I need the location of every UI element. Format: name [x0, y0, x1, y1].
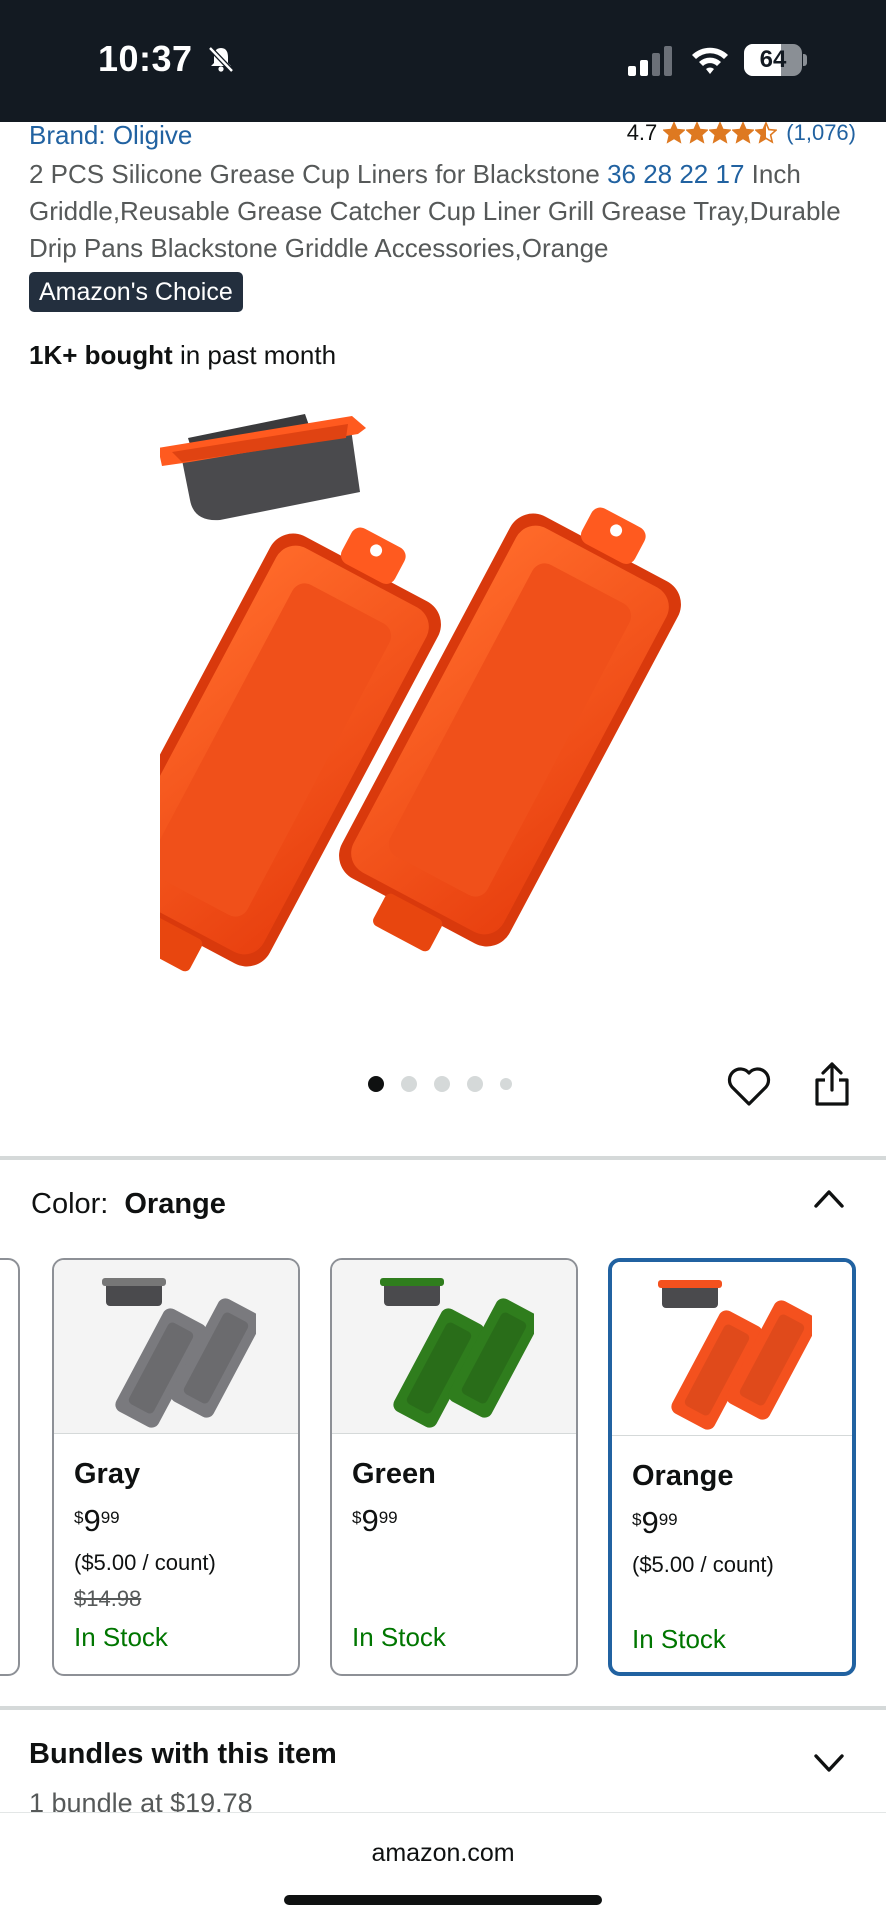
grease-cup-holder	[160, 414, 366, 521]
swatch-image-orange	[658, 1280, 812, 1430]
rating-value: 4.7	[626, 120, 658, 145]
browser-url[interactable]: amazon.com	[0, 1839, 886, 1868]
color-selector-header: Color: Orange	[31, 1188, 226, 1221]
bought-in-past-month: 1K+ bought in past month	[29, 340, 336, 371]
swatch-price: $9 99	[632, 1506, 678, 1540]
bell-slash-icon	[208, 46, 234, 73]
bundles-subtitle: 1 bundle at $19.78	[29, 1788, 253, 1812]
star-icon	[755, 122, 778, 144]
battery-icon: 64	[744, 44, 807, 76]
star-icon	[686, 122, 709, 144]
status-time: 10:37	[98, 38, 193, 79]
section-divider	[0, 1156, 886, 1160]
star-icon	[663, 122, 686, 144]
chevron-down-icon[interactable]	[812, 1750, 846, 1774]
swatch-thumbnail	[332, 1260, 576, 1434]
swatch-name: Green	[352, 1458, 436, 1490]
list-price: $14.98	[74, 1586, 142, 1611]
carousel-dot[interactable]	[467, 1076, 483, 1092]
swatch-name: Orange	[632, 1460, 734, 1492]
swatch-green[interactable]: Green $9 99 In Stock	[330, 1258, 578, 1676]
rating-count[interactable]: (1,076)	[786, 120, 856, 146]
status-bar: 10:37 64	[0, 0, 886, 122]
swatch-partial[interactable]	[0, 1258, 20, 1676]
price-whole: 9	[641, 1505, 659, 1540]
color-selected-value: Orange	[124, 1188, 226, 1220]
carousel-dot[interactable]	[368, 1076, 384, 1092]
swatch-price: $9 99	[74, 1504, 120, 1538]
brand-link[interactable]: Brand: Oligive	[29, 120, 192, 151]
price-fraction: 99	[658, 1510, 678, 1529]
swatch-thumbnail	[54, 1260, 298, 1434]
section-divider	[0, 1706, 886, 1710]
price-whole: 9	[83, 1503, 101, 1538]
star-icon	[709, 122, 732, 144]
price-symbol: $	[352, 1508, 362, 1527]
swatch-image-gray	[102, 1278, 256, 1428]
stock-status: In Stock	[352, 1622, 446, 1652]
browser-address-bar[interactable]: amazon.com	[0, 1812, 886, 1920]
carousel-dot[interactable]	[500, 1078, 512, 1090]
product-title: 2 PCS Silicone Grease Cup Liners for Bla…	[29, 156, 859, 267]
swatch-name: Gray	[74, 1458, 141, 1490]
battery-level: 64	[759, 46, 787, 73]
swatch-price: $9 99	[352, 1504, 398, 1538]
carousel-dot[interactable]	[434, 1076, 450, 1092]
chevron-up-icon[interactable]	[812, 1186, 846, 1210]
stock-status: In Stock	[74, 1622, 168, 1652]
title-size-links[interactable]: 36 28 22 17	[607, 159, 744, 189]
price-whole: 9	[361, 1503, 379, 1538]
share-icon[interactable]	[812, 1060, 852, 1108]
bundles-title[interactable]: Bundles with this item	[29, 1738, 337, 1771]
carousel-dots[interactable]	[368, 1076, 529, 1092]
heart-icon[interactable]	[726, 1064, 772, 1108]
amazons-choice-badge[interactable]: Amazon's Choice	[29, 272, 243, 312]
swatch-gray[interactable]: Gray $9 99 ($5.00 / count) $14.98 In Stoc…	[52, 1258, 300, 1676]
product-image[interactable]	[160, 400, 750, 1000]
bought-period: in past month	[172, 340, 337, 370]
color-label: Color:	[31, 1188, 109, 1220]
price-fraction: 99	[378, 1508, 398, 1527]
signal-icon	[628, 46, 672, 76]
carousel-dot[interactable]	[401, 1076, 417, 1092]
price-symbol: $	[632, 1510, 642, 1529]
swatch-orange[interactable]: Orange $9 99 ($5.00 / count) In Stock	[608, 1258, 856, 1676]
stock-status: In Stock	[632, 1624, 726, 1654]
unit-price: ($5.00 / count)	[632, 1552, 774, 1577]
star-icon	[732, 122, 755, 144]
swatch-image-green	[380, 1278, 534, 1428]
unit-price: ($5.00 / count)	[74, 1550, 216, 1575]
home-indicator[interactable]	[284, 1895, 602, 1905]
swatch-thumbnail	[612, 1262, 852, 1436]
price-symbol: $	[74, 1508, 84, 1527]
rating-stars	[663, 122, 778, 144]
price-fraction: 99	[100, 1508, 120, 1527]
wifi-icon	[692, 47, 728, 74]
bought-count: 1K+ bought	[29, 340, 173, 370]
rating-summary[interactable]: 4.7 (1,076)	[627, 120, 856, 146]
title-text: 2 PCS Silicone Grease Cup Liners for Bla…	[29, 159, 608, 189]
